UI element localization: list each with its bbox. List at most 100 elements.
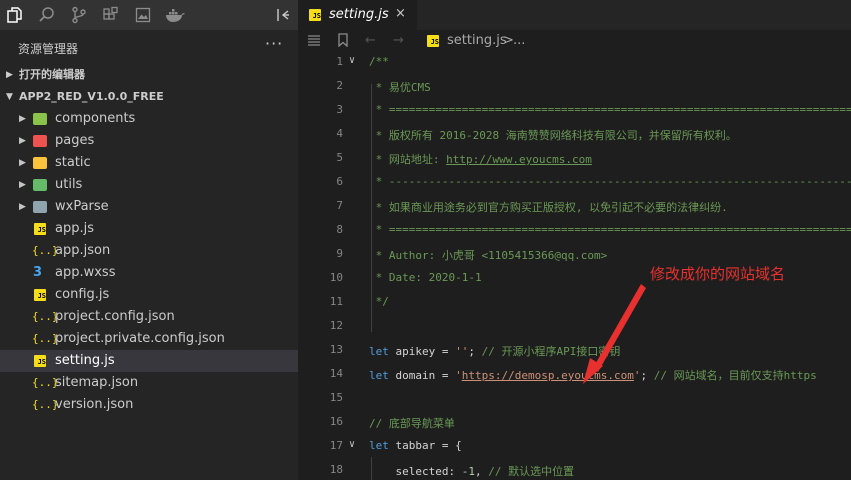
tree-item-label: wxParse: [55, 199, 109, 214]
code-line: let tabbar = {: [369, 439, 462, 452]
code-string: '': [455, 345, 469, 358]
close-icon[interactable]: ×: [395, 6, 406, 21]
line-number: 1: [336, 55, 343, 68]
chevron-right-icon: ▶: [19, 136, 26, 146]
js-file-icon: JS: [34, 355, 46, 367]
extensions-icon[interactable]: [100, 4, 122, 26]
code-line: * ======================================…: [375, 103, 851, 116]
source-control-icon[interactable]: [68, 4, 90, 26]
code-line: * Author: 小虎哥 <1105415366@qq.com>: [369, 249, 608, 262]
tree-item-label: version.json: [55, 397, 134, 412]
tree-folder-wxparse[interactable]: ▶ wxParse: [0, 196, 298, 218]
tree-file-setting-js[interactable]: JS setting.js: [0, 350, 298, 372]
code-line: let apikey = ''; // 开源小程序API接口密钥: [369, 343, 620, 359]
tree-folder-components[interactable]: ▶ components: [0, 108, 298, 130]
code-token: domain =: [388, 369, 456, 382]
tree-folder-utils[interactable]: ▶ utils: [0, 174, 298, 196]
tree-file-app-json[interactable]: {..} app.json: [0, 240, 298, 262]
chevron-right-icon: ▶: [19, 158, 26, 168]
code-line: * ======================================…: [375, 223, 851, 236]
breadcrumb-file[interactable]: setting.js: [447, 33, 507, 48]
list-icon[interactable]: [307, 33, 321, 51]
tree-file-app-wxss[interactable]: 3 app.wxss: [0, 262, 298, 284]
code-line: * 如果商业用途务必到官方购买正版授权, 以免引起不必要的法律纠纷.: [369, 201, 728, 214]
line-number: 11: [329, 295, 343, 308]
tree-item-label: project.private.config.json: [55, 331, 225, 346]
activity-bar: [0, 0, 298, 31]
tree-file-project-config-json[interactable]: {..} project.config.json: [0, 306, 298, 328]
explorer-icon[interactable]: [4, 4, 26, 26]
tree-folder-static[interactable]: ▶ static: [0, 152, 298, 174]
tree-item-label: sitemap.json: [55, 375, 139, 390]
code-number: -1: [461, 465, 475, 478]
chevron-right-icon: ▶: [19, 114, 26, 124]
tree-file-config-js[interactable]: JS config.js: [0, 284, 298, 306]
chevron-right-icon: ▶: [6, 70, 13, 80]
domain-url[interactable]: https://demosp.eyoucms.com: [462, 369, 634, 382]
code-keyword: let: [369, 369, 389, 382]
breadcrumb-more[interactable]: ...: [513, 33, 525, 48]
tree-item-label: config.js: [55, 287, 110, 302]
chevron-right-icon: ▶: [19, 202, 26, 212]
preview-icon[interactable]: [132, 4, 154, 26]
collapse-panel-icon[interactable]: [272, 4, 294, 26]
open-editors-section[interactable]: ▶ 打开的编辑器: [0, 64, 298, 86]
tree-item-label: components: [55, 111, 136, 126]
line-number: 7: [336, 199, 343, 212]
line-number: 8: [336, 223, 343, 236]
folder-icon: [33, 179, 47, 191]
line-number: 3: [336, 103, 343, 116]
tree-file-sitemap-json[interactable]: {..} sitemap.json: [0, 372, 298, 394]
tree-file-version-json[interactable]: {..} version.json: [0, 394, 298, 416]
code-comment: // 开源小程序API接口密钥: [481, 345, 621, 358]
open-editors-label: 打开的编辑器: [19, 68, 85, 81]
code-line: selected: -1, // 默认选中位置: [369, 463, 574, 479]
code-line: let domain = 'https://demosp.eyoucms.com…: [369, 367, 817, 383]
folder-icon: [33, 113, 47, 125]
code-link[interactable]: http://www.eyoucms.com: [446, 153, 592, 166]
more-actions-button[interactable]: ···: [265, 34, 283, 53]
tree-file-project-private-config-json[interactable]: {..} project.private.config.json: [0, 328, 298, 350]
code-line: */: [369, 295, 389, 308]
breadcrumb: ← → JS setting.js > ...: [299, 30, 851, 52]
project-label: APP2_RED_V1.0.0_FREE: [19, 90, 164, 103]
tab-setting-js[interactable]: JS setting.js ×: [299, 0, 417, 30]
search-icon[interactable]: [36, 4, 58, 26]
code-comment: // 默认选中位置: [488, 465, 575, 478]
js-file-icon: JS: [34, 289, 46, 301]
css-file-icon: 3: [33, 265, 43, 280]
line-number: 4: [336, 127, 343, 140]
code-token: apikey =: [388, 345, 456, 358]
chevron-down-icon[interactable]: ∨: [349, 439, 355, 450]
folder-icon: [33, 135, 47, 147]
tab-label: setting.js: [329, 7, 389, 22]
line-number: 6: [336, 175, 343, 188]
chevron-down-icon[interactable]: ∨: [349, 55, 355, 66]
tree-item-label: setting.js: [55, 353, 115, 368]
js-file-icon: JS: [427, 35, 439, 47]
tree-folder-pages[interactable]: ▶ pages: [0, 130, 298, 152]
line-number: 2: [336, 79, 343, 92]
tree-item-label: pages: [55, 133, 95, 148]
docker-icon[interactable]: [164, 4, 186, 26]
code-line: * Date: 2020-1-1: [369, 271, 482, 284]
code-line: * --------------------------------------…: [375, 175, 851, 188]
line-number: 13: [329, 343, 343, 356]
bookmark-icon[interactable]: [337, 33, 349, 51]
tree-item-label: app.json: [55, 243, 111, 258]
code-string: ': [455, 369, 462, 382]
code-keyword: let: [369, 439, 389, 452]
tree-file-app-js[interactable]: JS app.js: [0, 218, 298, 240]
code-token: selected:: [369, 465, 462, 478]
back-arrow-icon[interactable]: ←: [365, 33, 376, 48]
line-number: 9: [336, 247, 343, 260]
forward-arrow-icon[interactable]: →: [393, 33, 404, 48]
line-number: 5: [336, 151, 343, 164]
code-token: ,: [474, 465, 489, 478]
project-section[interactable]: ▼ APP2_RED_V1.0.0_FREE: [0, 86, 298, 108]
tree-item-label: utils: [55, 177, 83, 192]
code-string: ': [633, 369, 641, 382]
code-comment: // 网站域名，目前仅支持https: [653, 369, 817, 382]
line-number: 18: [329, 463, 343, 476]
js-file-icon: JS: [309, 9, 321, 21]
